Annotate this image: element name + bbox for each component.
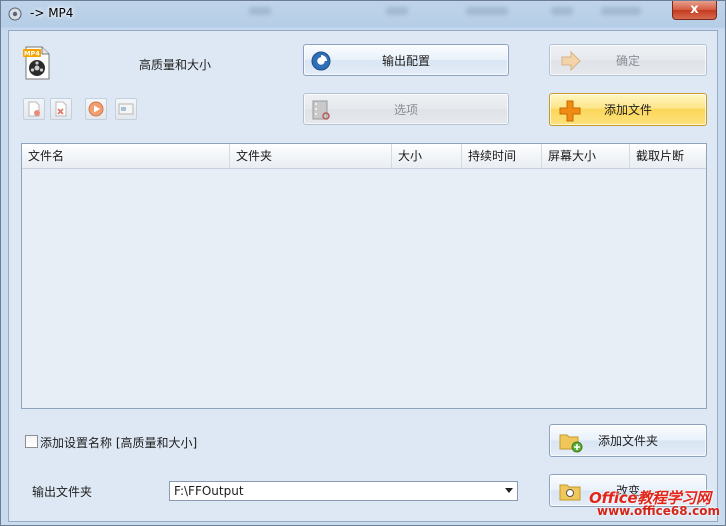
table-header: 文件名 文件夹 大小 持续时间 屏幕大小 截取片断 xyxy=(22,144,706,169)
output-folder-value: F:\FFOutput xyxy=(174,484,244,498)
blurred-titlebar-text xyxy=(466,7,508,15)
media-info-icon xyxy=(118,103,134,115)
app-icon xyxy=(8,7,22,21)
output-folder-label: 输出文件夹 xyxy=(32,485,93,499)
add-file-label: 添加文件 xyxy=(603,103,652,117)
column-header-size[interactable]: 大小 xyxy=(392,144,462,168)
add-folder-button[interactable]: 添加文件夹 xyxy=(549,424,707,457)
output-config-label: 输出配置 xyxy=(381,53,430,68)
blurred-titlebar-text xyxy=(551,7,573,15)
site-watermark: Office教程学习网 www.office68.com xyxy=(587,485,721,519)
column-header-duration[interactable]: 持续时间 xyxy=(462,144,542,168)
chevron-down-icon[interactable] xyxy=(505,488,513,493)
remove-file-icon xyxy=(28,101,40,117)
close-icon: x xyxy=(690,2,699,17)
output-config-button[interactable]: 输出配置 xyxy=(303,44,509,76)
add-folder-label: 添加文件夹 xyxy=(597,434,658,448)
toolbar-info-button[interactable] xyxy=(115,98,137,120)
clear-list-icon xyxy=(55,101,67,117)
file-list-table[interactable]: 文件名 文件夹 大小 持续时间 屏幕大小 截取片断 xyxy=(21,143,707,409)
output-folder-select[interactable]: F:\FFOutput xyxy=(169,481,518,501)
converter-window: -> MP4 x MP4 高质量和大小 输出配置 选项 确定 添加文件 文件名 … xyxy=(0,0,726,526)
column-header-screen-size[interactable]: 屏幕大小 xyxy=(542,144,630,168)
blurred-titlebar-text xyxy=(386,7,408,15)
toolbar-play-button[interactable] xyxy=(85,98,107,120)
play-icon xyxy=(88,101,104,117)
watermark-url: www.office68.com xyxy=(597,504,721,518)
append-setting-name-label: 添加设置名称 [高质量和大小] xyxy=(40,436,198,450)
column-header-filename[interactable]: 文件名 xyxy=(22,144,230,168)
title-bar[interactable]: -> MP4 x xyxy=(1,1,725,27)
toolbar-clear-button[interactable] xyxy=(50,98,72,120)
profile-name: 高质量和大小 xyxy=(139,58,212,72)
toolbar-remove-button[interactable] xyxy=(23,98,45,120)
add-file-button[interactable]: 添加文件 xyxy=(549,93,707,126)
column-header-folder[interactable]: 文件夹 xyxy=(230,144,392,168)
column-header-clip[interactable]: 截取片断 xyxy=(630,144,706,168)
ok-button[interactable]: 确定 xyxy=(549,44,707,76)
ok-label: 确定 xyxy=(615,53,640,68)
mp4-badge-text: MP4 xyxy=(24,50,40,58)
blurred-titlebar-text xyxy=(249,7,271,15)
options-button[interactable]: 选项 xyxy=(303,93,509,125)
blurred-titlebar-text xyxy=(601,7,641,15)
mp4-file-icon: MP4 xyxy=(23,46,50,80)
append-setting-name-checkbox[interactable] xyxy=(25,435,38,448)
options-label: 选项 xyxy=(393,102,418,117)
close-button[interactable]: x xyxy=(672,1,717,20)
window-title: -> MP4 xyxy=(30,6,74,20)
